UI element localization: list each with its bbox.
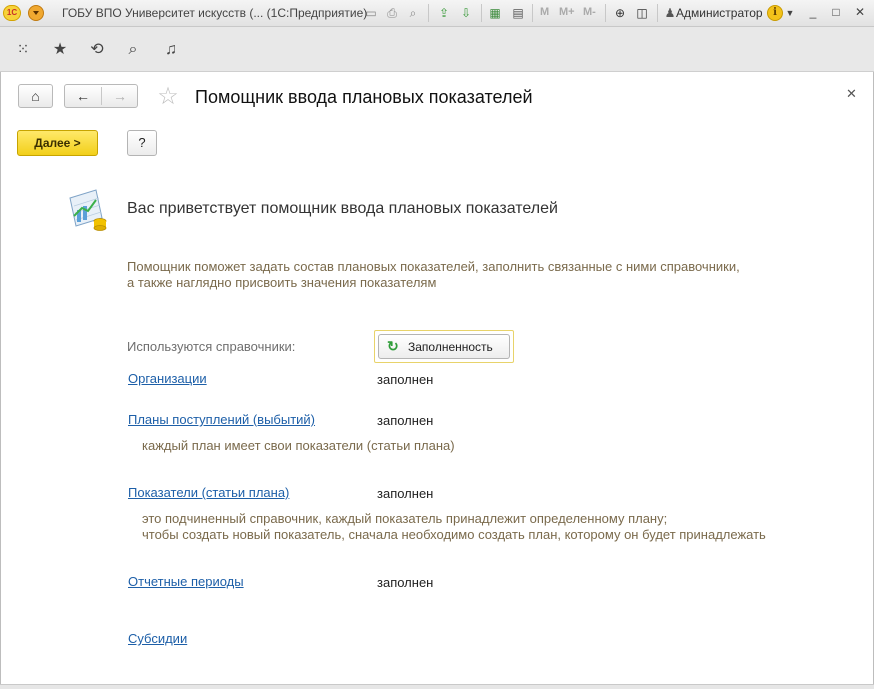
catalog-note: каждый план имеет свои показатели (стать… <box>142 438 455 453</box>
memory-plus-button[interactable]: M+ <box>559 6 575 18</box>
next-button[interactable]: Далее > <box>17 130 98 156</box>
calculator-icon[interactable]: ▦ <box>487 5 503 21</box>
help-button[interactable]: ? <box>127 130 157 156</box>
chart-wizard-icon <box>69 189 107 231</box>
catalog-status: заполнен <box>377 413 434 428</box>
back-arrow-icon[interactable]: ← <box>65 85 101 107</box>
chevron-down-icon[interactable]: ▼ <box>785 5 795 21</box>
print-icon[interactable]: ⎙ <box>384 5 400 21</box>
minimize-icon[interactable]: _ <box>806 5 820 19</box>
info-icon[interactable]: i <box>767 5 783 21</box>
toolbar-separator <box>428 4 429 22</box>
form-title: Помощник ввода плановых показателей <box>195 87 533 107</box>
catalog-link-periods[interactable]: Отчетные периоды <box>128 574 244 589</box>
sections-panel: ⁙ ★ ⟲ ⌕ ♫ <box>0 27 874 72</box>
toolbar-separator <box>657 4 658 22</box>
history-navigation: ← → <box>64 84 138 108</box>
form-close-icon[interactable]: ✕ <box>846 86 857 102</box>
main-menu-icon[interactable] <box>28 5 44 21</box>
window-title-bar: 1C ГОБУ ВПО Университет искусств (... (1… <box>0 0 874 27</box>
zoom-icon[interactable]: ⊕ <box>612 5 628 21</box>
apps-grid-icon[interactable]: ⁙ <box>12 39 34 61</box>
save-icon[interactable]: ▭ <box>363 5 379 21</box>
toolbar-separator <box>481 4 482 22</box>
window-bottom-edge <box>0 684 874 689</box>
app-logo-icon[interactable]: 1C <box>3 5 21 21</box>
catalog-note: чтобы создать новый показатель, сначала … <box>142 527 766 542</box>
toolbar-separator <box>605 4 606 22</box>
notifications-bell-icon[interactable]: ♫ <box>160 39 182 61</box>
upload-icon[interactable]: ⇩ <box>458 5 474 21</box>
catalog-status: заполнен <box>377 486 434 501</box>
catalog-link-subsidies[interactable]: Субсидии <box>128 631 187 646</box>
panel-toggle-icon[interactable]: ◫ <box>634 5 650 21</box>
catalog-link-indicators[interactable]: Показатели (статьи плана) <box>128 485 289 500</box>
fill-status-button[interactable]: ↻ Заполненность <box>378 334 510 359</box>
home-icon: ⌂ <box>31 88 40 104</box>
wizard-description: Помощник поможет задать состав плановых … <box>127 259 740 290</box>
memory-m-button[interactable]: M <box>540 6 549 18</box>
refresh-icon: ↻ <box>387 338 399 354</box>
window-close-icon[interactable]: ✕ <box>853 5 867 19</box>
favorites-star-icon[interactable]: ★ <box>49 39 71 61</box>
calendar-icon[interactable]: ▤ <box>510 5 526 21</box>
catalog-note: это подчиненный справочник, каждый показ… <box>142 511 668 526</box>
welcome-heading: Вас приветствует помощник ввода плановых… <box>127 200 558 217</box>
add-to-favorites-star-icon[interactable]: ☆ <box>155 84 181 110</box>
toolbar-separator <box>532 4 533 22</box>
fill-status-label: Заполненность <box>408 340 493 354</box>
maximize-icon[interactable]: □ <box>829 5 843 19</box>
fill-button-focus-frame: ↻ Заполненность <box>374 330 514 363</box>
catalog-status: заполнен <box>377 372 434 387</box>
memory-minus-button[interactable]: M- <box>583 6 596 18</box>
catalog-link-organizations[interactable]: Организации <box>128 371 207 386</box>
catalog-status: заполнен <box>377 575 434 590</box>
search-icon[interactable]: ⌕ <box>122 39 144 61</box>
history-icon[interactable]: ⟲ <box>86 39 108 61</box>
preview-icon[interactable]: ⌕ <box>405 5 421 21</box>
window-title: ГОБУ ВПО Университет искусств (... (1С:П… <box>62 6 368 20</box>
home-button[interactable]: ⌂ <box>18 84 53 108</box>
link-icon[interactable]: ⇪ <box>436 5 452 21</box>
used-catalogs-label: Используются справочники: <box>127 339 296 354</box>
forward-arrow-icon[interactable]: → <box>102 85 138 107</box>
user-name[interactable]: Администратор <box>676 6 763 20</box>
catalog-link-plans[interactable]: Планы поступлений (выбытий) <box>128 412 315 427</box>
